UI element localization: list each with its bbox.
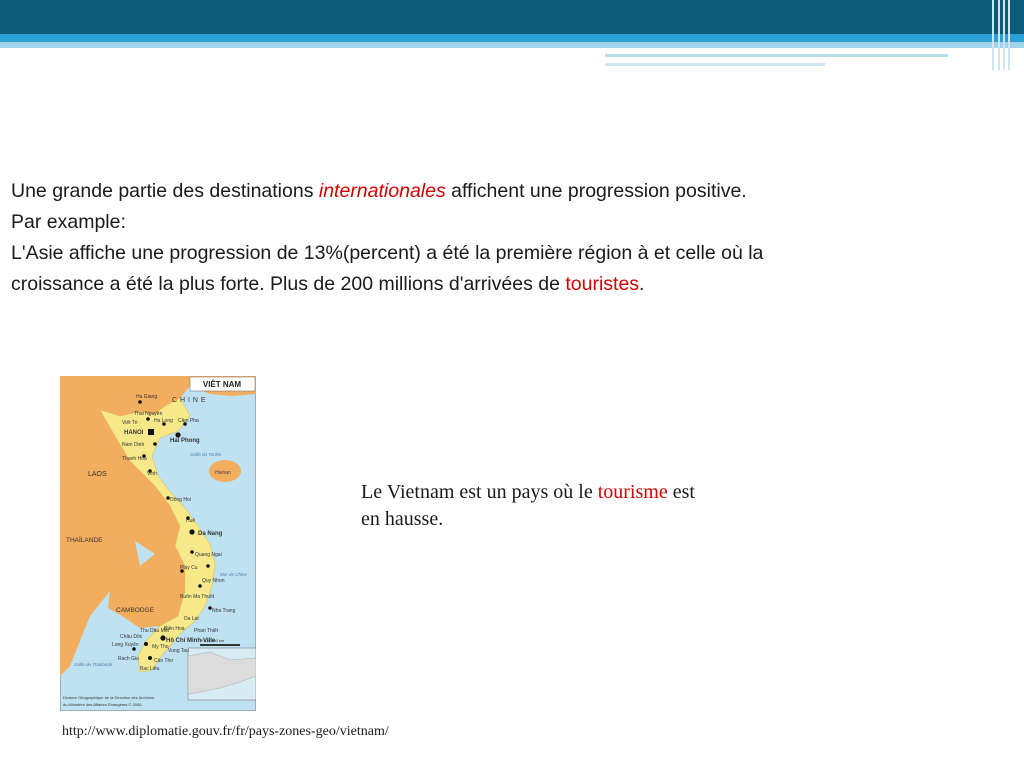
- label-viettri: Viêt Tri: [122, 420, 137, 426]
- label-hue: Huê: [186, 518, 195, 524]
- label-buonmathuot: Buôn Ma Thuôt: [180, 594, 215, 600]
- danang-marker: [189, 529, 195, 535]
- label-thudaumot: Thu Dâu Môt: [140, 628, 170, 634]
- label-donghoi: Dông Hoi: [170, 497, 191, 503]
- label-baclieu: Bac Liêu: [140, 666, 160, 672]
- paragraph-line-4: croissance a été la plus forte. Plus de …: [11, 273, 645, 295]
- label-playcu: Play Cu: [180, 565, 198, 571]
- label-golfe-thailande: Golfe de Thaïlande: [74, 662, 113, 667]
- label-namdinh: Nam Dinh: [122, 442, 144, 448]
- map-credit-line-1: Division Géographique de la Direction de…: [63, 695, 154, 700]
- label-scale: 0 100 200 km: [200, 638, 225, 643]
- header-stripe-light: [0, 42, 1024, 48]
- label-nhatrang: Nha Trang: [212, 608, 236, 614]
- label-thanhhoa: Thanh Hoa: [122, 456, 147, 462]
- label-campha: Câm Pha: [178, 418, 199, 424]
- label-phanthiet: Phan Thiêt: [194, 628, 219, 634]
- highlight-tourisme: tourisme: [597, 481, 668, 503]
- label-golfe-tonkin: Golfe du Tonkin: [190, 452, 222, 457]
- label-quangngai: Quang Ngai: [195, 552, 222, 558]
- map-caption: Le Vietnam est un pays où le tourisme es…: [361, 481, 695, 530]
- map-title: VIÊT NAM: [203, 380, 242, 389]
- header-accent-line: [605, 54, 948, 57]
- haiphong-marker: [175, 432, 181, 438]
- label-mer: Mer de Chine: [220, 572, 248, 577]
- label-thailande: THAÏLANDE: [66, 536, 103, 544]
- label-chaudoc: Châu Dôc: [120, 634, 143, 640]
- header-accent-line: [605, 63, 825, 66]
- label-rachgia: Rach Gia: [118, 656, 139, 662]
- paragraph-line-3: L'Asie affiche une progression de 13%(pe…: [11, 242, 764, 264]
- label-halong: Ha Long: [154, 418, 173, 424]
- label-longxuyen: Long Xuyên: [112, 642, 139, 648]
- label-quynhon: Quy Nhon: [202, 578, 225, 584]
- vietnam-map: VIÊT NAM C H I N E LAOS THAÏLANDE CAMBOD…: [59, 375, 257, 712]
- header-vertical-lines: [992, 0, 1012, 70]
- hanoi-marker: [148, 429, 154, 435]
- label-dalat: Da Lat: [184, 616, 199, 622]
- source-link[interactable]: http://www.diplomatie.gouv.fr/fr/pays-zo…: [62, 724, 389, 740]
- highlight-internationales: internationales: [318, 180, 446, 202]
- label-danang: Da Nang: [198, 531, 223, 537]
- label-mytho: My Tho: [152, 644, 169, 650]
- label-hainan: Hainan: [215, 470, 231, 476]
- body-paragraph: Une grande partie des destinations inter…: [11, 176, 1016, 300]
- label-hanoi: HANOI: [124, 430, 144, 436]
- label-hagiang: Ha Giang: [136, 394, 157, 400]
- label-cambodge: CAMBODGE: [116, 607, 155, 614]
- hochiminh-marker: [160, 635, 166, 641]
- label-chine: C H I N E: [172, 397, 206, 404]
- label-thainguyen: Thai Nguyên: [134, 411, 163, 417]
- highlight-touristes: touristes: [565, 273, 640, 295]
- header-bar: [0, 0, 1024, 34]
- label-haiphong: Hai Phong: [170, 438, 200, 444]
- label-vungtau: Vung Tau: [168, 648, 189, 654]
- map-credit-line-2: du Ministère des Affaires Etrangères © 2…: [63, 702, 142, 707]
- label-cantho: Cân Tho: [154, 658, 173, 664]
- paragraph-line-1: Une grande partie des destinations inter…: [11, 180, 747, 202]
- paragraph-line-2: Par example:: [11, 211, 126, 233]
- label-vinh: Vinh: [147, 471, 157, 477]
- label-laos: LAOS: [88, 471, 107, 478]
- header-stripe: [0, 34, 1024, 42]
